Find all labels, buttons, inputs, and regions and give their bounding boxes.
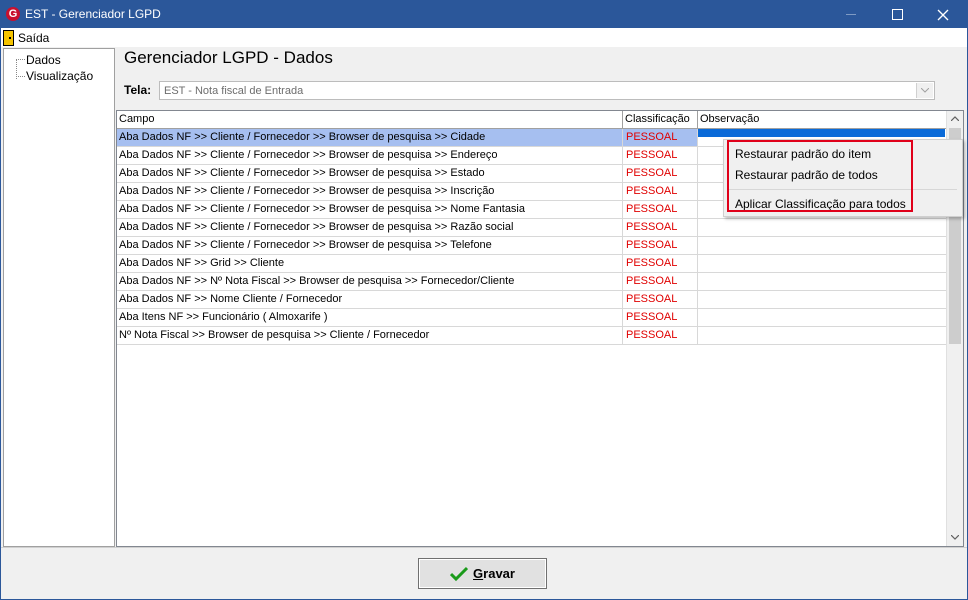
tree-connector <box>16 76 25 77</box>
menu-separator <box>729 189 957 190</box>
app-logo-icon: G <box>6 7 20 21</box>
cell-campo[interactable]: Aba Dados NF >> Cliente / Fornecedor >> … <box>117 129 623 146</box>
menu-bar: Saída <box>1 28 967 47</box>
cell-classificacao[interactable]: PESSOAL <box>623 273 698 290</box>
grid-header: Campo Classificação Observação <box>117 111 947 129</box>
cell-classificacao[interactable]: PESSOAL <box>623 255 698 272</box>
cell-observacao[interactable] <box>698 237 947 254</box>
cell-campo[interactable]: Aba Dados NF >> Cliente / Fornecedor >> … <box>117 201 623 218</box>
maximize-icon <box>892 9 903 20</box>
cell-classificacao[interactable]: PESSOAL <box>623 201 698 218</box>
close-icon <box>937 9 949 21</box>
tela-label: Tela: <box>124 83 152 97</box>
cell-classificacao[interactable]: PESSOAL <box>623 147 698 164</box>
dropdown-button[interactable] <box>916 83 933 98</box>
cell-campo[interactable]: Aba Dados NF >> Cliente / Fornecedor >> … <box>117 183 623 200</box>
check-icon <box>450 566 469 581</box>
divider <box>1 547 967 548</box>
cell-classificacao[interactable]: PESSOAL <box>623 237 698 254</box>
cell-classificacao[interactable]: PESSOAL <box>623 183 698 200</box>
tela-select-value: EST - Nota fiscal de Entrada <box>164 85 304 97</box>
cell-observacao[interactable] <box>698 309 947 326</box>
cell-campo[interactable]: Aba Itens NF >> Funcionário ( Almoxarife… <box>117 309 623 326</box>
table-row[interactable]: Aba Dados NF >> Nome Cliente / Fornecedo… <box>117 291 947 309</box>
menu-item-exit[interactable]: Saída <box>3 29 49 46</box>
cell-campo[interactable]: Aba Dados NF >> Cliente / Fornecedor >> … <box>117 165 623 182</box>
save-button[interactable]: Gravar <box>418 558 547 589</box>
cell-campo[interactable]: Aba Dados NF >> Cliente / Fornecedor >> … <box>117 219 623 236</box>
window-title: EST - Gerenciador LGPD <box>25 7 161 21</box>
cell-observacao[interactable] <box>698 327 947 344</box>
table-row[interactable]: Aba Dados NF >> Grid >> Cliente PESSOAL <box>117 255 947 273</box>
table-row[interactable]: Aba Dados NF >> Cliente / Fornecedor >> … <box>117 237 947 255</box>
cell-campo[interactable]: Nº Nota Fiscal >> Browser de pesquisa >>… <box>117 327 623 344</box>
cell-classificacao[interactable]: PESSOAL <box>623 129 698 146</box>
cell-observacao[interactable] <box>698 255 947 272</box>
menu-item-exit-label: Saída <box>18 30 50 45</box>
close-button[interactable] <box>921 1 967 28</box>
table-row[interactable]: Aba Itens NF >> Funcionário ( Almoxarife… <box>117 309 947 327</box>
menu-item-restore-item[interactable]: Restaurar padrão do item <box>735 147 871 161</box>
tree-item-dados[interactable]: Dados <box>26 53 61 67</box>
door-exit-icon <box>3 29 14 46</box>
table-row[interactable]: Aba Dados NF >> Nº Nota Fiscal >> Browse… <box>117 273 947 291</box>
title-bar[interactable]: G EST - Gerenciador LGPD <box>1 1 967 28</box>
table-row[interactable]: Aba Dados NF >> Cliente / Fornecedor >> … <box>117 219 947 237</box>
minimize-button[interactable] <box>829 1 875 28</box>
tree-connector <box>16 59 25 60</box>
cell-classificacao[interactable]: PESSOAL <box>623 291 698 308</box>
cell-campo[interactable]: Aba Dados NF >> Grid >> Cliente <box>117 255 623 272</box>
menu-item-restore-all[interactable]: Restaurar padrão de todos <box>735 168 878 182</box>
tela-select[interactable]: EST - Nota fiscal de Entrada <box>159 81 935 100</box>
context-menu: Restaurar padrão do item Restaurar padrã… <box>723 139 963 217</box>
cell-classificacao[interactable]: PESSOAL <box>623 327 698 344</box>
minimize-icon <box>846 14 856 15</box>
column-header-observacao[interactable]: Observação <box>698 111 947 128</box>
column-header-classificacao[interactable]: Classificação <box>623 111 698 128</box>
cell-observacao[interactable] <box>698 273 947 290</box>
cell-editor-focus[interactable] <box>698 129 945 137</box>
table-row[interactable]: Nº Nota Fiscal >> Browser de pesquisa >>… <box>117 327 947 345</box>
main-window: G EST - Gerenciador LGPD Saída Dados Vis… <box>0 0 968 600</box>
scroll-up-icon[interactable] <box>951 116 959 121</box>
cell-campo[interactable]: Aba Dados NF >> Nome Cliente / Fornecedo… <box>117 291 623 308</box>
chevron-down-icon <box>921 88 929 93</box>
maximize-button[interactable] <box>875 1 921 28</box>
save-button-label: Gravar <box>473 566 515 581</box>
cell-classificacao[interactable]: PESSOAL <box>623 309 698 326</box>
page-title: Gerenciador LGPD - Dados <box>124 48 333 67</box>
column-header-campo[interactable]: Campo <box>117 111 623 128</box>
cell-observacao[interactable] <box>698 219 947 236</box>
cell-observacao[interactable] <box>698 291 947 308</box>
cell-campo[interactable]: Aba Dados NF >> Cliente / Fornecedor >> … <box>117 237 623 254</box>
cell-campo[interactable]: Aba Dados NF >> Nº Nota Fiscal >> Browse… <box>117 273 623 290</box>
cell-classificacao[interactable]: PESSOAL <box>623 165 698 182</box>
scroll-down-icon[interactable] <box>951 535 959 540</box>
tree-item-visualizacao[interactable]: Visualização <box>26 69 93 83</box>
menu-item-apply-classification-all[interactable]: Aplicar Classificação para todos <box>735 197 906 211</box>
cell-classificacao[interactable]: PESSOAL <box>623 219 698 236</box>
cell-campo[interactable]: Aba Dados NF >> Cliente / Fornecedor >> … <box>117 147 623 164</box>
navigation-tree: Dados Visualização <box>3 48 115 547</box>
